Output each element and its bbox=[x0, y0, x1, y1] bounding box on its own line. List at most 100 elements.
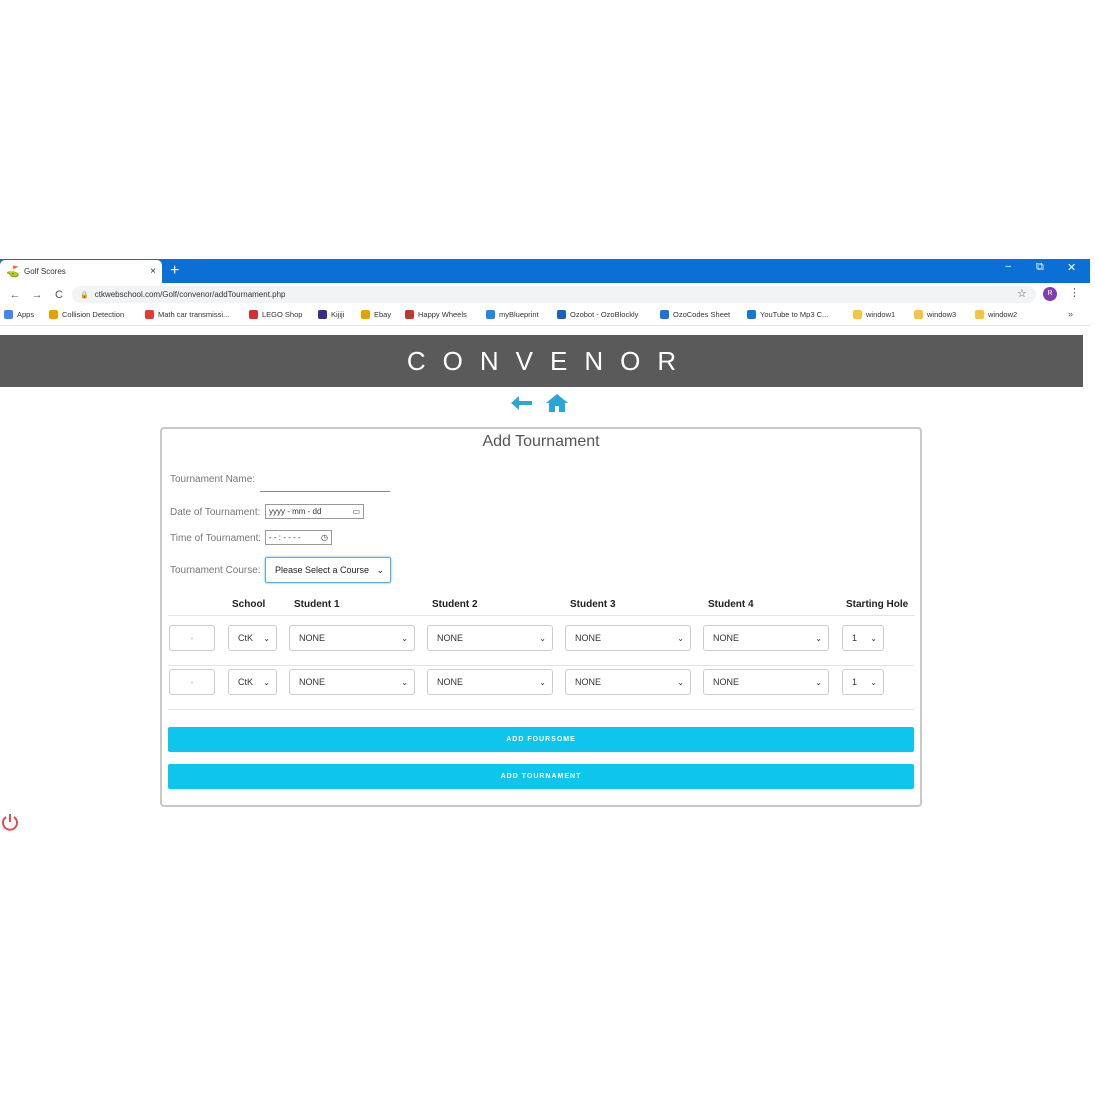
forward-button[interactable]: → bbox=[30, 289, 44, 301]
date-label: Date of Tournament: bbox=[170, 507, 261, 518]
clock-icon[interactable]: ◷ bbox=[321, 533, 328, 542]
bookmark-label: Math car transmissi... bbox=[158, 310, 230, 319]
tab-bar: ⛳ Golf Scores × + − ⧉ ✕ bbox=[0, 259, 1090, 283]
bookmark-item[interactable]: Math car transmissi... bbox=[145, 310, 229, 319]
student3-select[interactable]: NONE ⌄ bbox=[565, 625, 691, 651]
window-close-button[interactable]: ✕ bbox=[1067, 261, 1076, 274]
starting-hole-select[interactable]: 1 ⌄ bbox=[842, 625, 884, 651]
starting-hole-select[interactable]: 1 ⌄ bbox=[842, 669, 884, 695]
school-select[interactable]: CtK ⌄ bbox=[228, 669, 277, 695]
minimize-button[interactable]: − bbox=[1005, 261, 1011, 273]
add-foursome-button[interactable]: ADD FOURSOME bbox=[168, 727, 914, 752]
group-number-input[interactable]: - bbox=[169, 669, 215, 695]
bookmark-item[interactable]: Apps bbox=[4, 310, 34, 319]
bookmark-label: window3 bbox=[927, 310, 957, 319]
school-select[interactable]: CtK ⌄ bbox=[228, 625, 277, 651]
student4-select-value: NONE bbox=[713, 677, 740, 687]
bookmark-item[interactable]: window2 bbox=[975, 310, 1017, 319]
bookmark-item[interactable]: LEGO Shop bbox=[249, 310, 302, 319]
bookmark-item[interactable]: Kijiji bbox=[318, 310, 344, 319]
chevron-down-icon: ⌄ bbox=[401, 677, 408, 687]
back-button[interactable]: ← bbox=[8, 289, 22, 301]
bookmark-favicon-icon bbox=[361, 310, 370, 319]
bookmark-favicon-icon bbox=[49, 310, 58, 319]
course-select[interactable]: Please Select a Course ⌄ bbox=[265, 557, 391, 583]
bookmark-item[interactable]: window1 bbox=[853, 310, 895, 319]
menu-kebab-icon[interactable]: ⋮ bbox=[1069, 286, 1080, 299]
group-number-input[interactable]: - bbox=[169, 625, 215, 651]
bookmark-star-icon[interactable]: ☆ bbox=[1017, 287, 1027, 300]
bookmark-favicon-icon bbox=[145, 310, 154, 319]
bookmarks-more-icon[interactable]: » bbox=[1068, 309, 1073, 319]
student4-select[interactable]: NONE ⌄ bbox=[703, 669, 829, 695]
bookmark-item[interactable]: Ebay bbox=[361, 310, 391, 319]
power-icon[interactable] bbox=[0, 812, 20, 832]
maximize-button[interactable]: ⧉ bbox=[1036, 261, 1044, 274]
student1-select[interactable]: NONE ⌄ bbox=[289, 669, 415, 695]
calendar-icon[interactable]: ▭ bbox=[352, 507, 360, 516]
browser-window: ⛳ Golf Scores × + − ⧉ ✕ ← → C 🔒 ctkwebsc… bbox=[0, 259, 1090, 859]
bookmark-item[interactable]: OzoCodes Sheet bbox=[660, 310, 730, 319]
student3-select[interactable]: NONE ⌄ bbox=[565, 669, 691, 695]
profile-avatar[interactable]: R bbox=[1043, 287, 1057, 301]
bookmark-label: Happy Wheels bbox=[418, 310, 467, 319]
bookmark-label: Apps bbox=[17, 310, 35, 319]
home-icon[interactable] bbox=[545, 391, 569, 420]
column-header-school: School bbox=[232, 599, 266, 610]
bookmark-favicon-icon bbox=[318, 310, 327, 319]
date-input[interactable]: yyyy - mm - dd ▭ bbox=[265, 504, 364, 519]
time-input[interactable]: - - : - - - - ◷ bbox=[265, 530, 332, 545]
new-tab-button[interactable]: + bbox=[170, 262, 179, 280]
student1-select-value: NONE bbox=[299, 633, 326, 643]
tab-close-icon[interactable]: × bbox=[150, 266, 156, 277]
chevron-down-icon: ⌄ bbox=[815, 633, 822, 643]
chevron-down-icon: ⌄ bbox=[539, 633, 546, 643]
time-label: Time of Tournament: bbox=[170, 533, 262, 544]
student2-select[interactable]: NONE ⌄ bbox=[427, 669, 553, 695]
starting-hole-select-value: 1 bbox=[852, 633, 858, 643]
course-label: Tournament Course: bbox=[170, 565, 261, 576]
url-text: ctkwebschool.com/Golf/convenor/addTourna… bbox=[94, 290, 286, 299]
chevron-down-icon: ⌄ bbox=[263, 633, 270, 643]
student2-select[interactable]: NONE ⌄ bbox=[427, 625, 553, 651]
page-nav-icons bbox=[509, 391, 569, 420]
browser-tab[interactable]: ⛳ Golf Scores × bbox=[0, 260, 162, 283]
student3-select-value: NONE bbox=[575, 633, 602, 643]
url-field[interactable]: 🔒 ctkwebschool.com/Golf/convenor/addTour… bbox=[72, 286, 1036, 303]
chevron-down-icon: ⌄ bbox=[870, 633, 877, 643]
reload-button[interactable]: C bbox=[52, 289, 66, 301]
bookmark-favicon-icon bbox=[4, 310, 13, 319]
bookmark-favicon-icon bbox=[747, 310, 756, 319]
student4-select[interactable]: NONE ⌄ bbox=[703, 625, 829, 651]
bookmark-favicon-icon bbox=[557, 310, 566, 319]
tournament-name-input[interactable] bbox=[260, 491, 390, 492]
page-title: CONVENOR bbox=[406, 345, 694, 376]
chevron-down-icon: ⌄ bbox=[376, 564, 384, 575]
bookmark-label: OzoCodes Sheet bbox=[673, 310, 731, 319]
bookmark-label: Collision Detection bbox=[62, 310, 125, 319]
bookmark-item[interactable]: Collision Detection bbox=[49, 310, 124, 319]
add-tournament-panel: Add Tournament Tournament Name: Date of … bbox=[160, 427, 922, 807]
bookmark-favicon-icon bbox=[975, 310, 984, 319]
starting-hole-select-value: 1 bbox=[852, 677, 858, 687]
bookmark-favicon-icon bbox=[249, 310, 258, 319]
bookmark-item[interactable]: myBlueprint bbox=[486, 310, 539, 319]
bookmarks-bar: Apps Collision Detection Math car transmis… bbox=[0, 306, 1090, 326]
bookmark-label: YouTube to Mp3 C... bbox=[760, 310, 829, 319]
back-arrow-icon[interactable] bbox=[509, 391, 533, 420]
bookmark-favicon-icon bbox=[853, 310, 862, 319]
bookmark-item[interactable]: Ozobot - OzoBlockly bbox=[557, 310, 638, 319]
bookmark-label: LEGO Shop bbox=[262, 310, 303, 319]
student1-select[interactable]: NONE ⌄ bbox=[289, 625, 415, 651]
bookmark-item[interactable]: YouTube to Mp3 C... bbox=[747, 310, 828, 319]
bookmark-item[interactable]: window3 bbox=[914, 310, 956, 319]
chevron-down-icon: ⌄ bbox=[677, 677, 684, 687]
column-header-student3: Student 3 bbox=[570, 599, 616, 610]
add-tournament-button[interactable]: ADD TOURNAMENT bbox=[168, 764, 914, 789]
time-placeholder: - - : - - - - bbox=[269, 533, 301, 542]
school-select-value: CtK bbox=[238, 633, 254, 643]
student1-select-value: NONE bbox=[299, 677, 326, 687]
bookmark-item[interactable]: Happy Wheels bbox=[405, 310, 467, 319]
golf-favicon-icon: ⛳ bbox=[6, 265, 20, 278]
tournament-name-label: Tournament Name: bbox=[170, 474, 256, 485]
